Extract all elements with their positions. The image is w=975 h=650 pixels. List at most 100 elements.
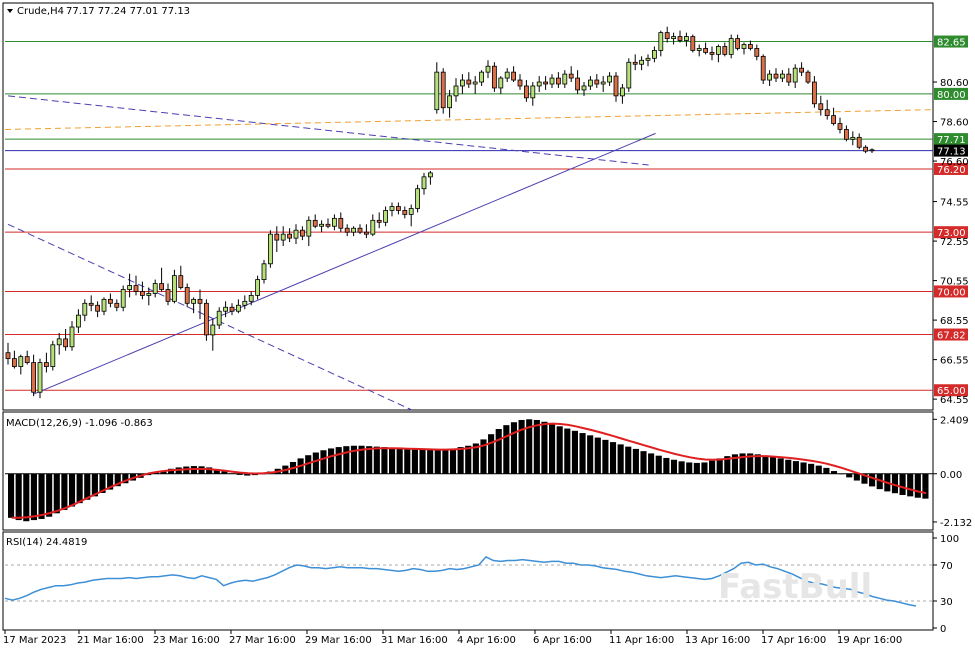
time-tick-label: 17 Mar 2023: [3, 635, 66, 646]
macd-bar: [465, 445, 472, 474]
macd-bar: [686, 462, 693, 474]
candle-body: [613, 75, 619, 97]
candle-body: [620, 87, 625, 97]
candle-body: [588, 79, 593, 87]
candle-body: [24, 356, 30, 363]
macd-bar: [609, 442, 617, 474]
macd-bar: [320, 450, 327, 474]
candle-body: [127, 285, 132, 290]
candle-body: [255, 279, 261, 296]
trading-chart[interactable]: 82.6580.0077.7176.2073.0070.0067.8265.00…: [0, 0, 975, 650]
horizontal-levels: 82.6580.0077.7176.2073.0070.0067.8265.00…: [5, 35, 968, 397]
candle-body: [18, 356, 24, 367]
rsi-tick-label: 0: [940, 624, 946, 635]
macd-bar: [53, 473, 60, 514]
rsi-tick-label: 70: [940, 561, 953, 572]
macd-bar: [907, 473, 914, 497]
price-tick-label: 76.60: [940, 157, 969, 168]
macd-bar: [564, 428, 571, 474]
candle-body: [786, 73, 792, 83]
candle-body: [498, 77, 504, 89]
candle-body: [114, 302, 120, 308]
candle-body: [856, 136, 862, 148]
candle-body: [491, 65, 497, 89]
price-tick-label: 66.55: [940, 356, 969, 367]
macd-bar: [800, 462, 807, 474]
time-tick-label: 4 Apr 16:00: [457, 635, 516, 646]
time-axis: 17 Mar 2023 21 Mar 16:00 23 Mar 16:00 27 Ma…: [3, 630, 902, 646]
candle-body: [741, 44, 747, 49]
candle-body: [472, 81, 478, 85]
candle-body: [184, 287, 190, 304]
candle-body: [274, 233, 280, 241]
candle-body: [754, 48, 760, 57]
candle-body: [517, 79, 523, 87]
macd-bar: [556, 426, 563, 474]
trendline-1: [7, 223, 413, 411]
candle-body: [600, 81, 606, 85]
candle-body: [485, 65, 491, 73]
candle-body: [459, 79, 465, 87]
time-tick-label: 21 Mar 16:00: [77, 635, 144, 646]
candle-body: [56, 338, 62, 346]
candle-body: [370, 219, 376, 235]
macd-bar: [869, 473, 876, 487]
macd-bar: [457, 447, 464, 474]
macd-bar: [914, 473, 921, 498]
candle-body: [363, 231, 369, 235]
macd-bar: [76, 473, 83, 504]
macd-bar: [571, 430, 578, 474]
macd-bar: [693, 462, 700, 474]
macd-header: MACD(12,26,9) -1.096 -0.863: [6, 418, 153, 429]
level-label-67.82: 67.82: [937, 331, 966, 342]
macd-bar: [495, 429, 502, 474]
candle-body: [824, 109, 830, 117]
candle-body: [748, 44, 753, 49]
candle-body: [319, 223, 325, 227]
candle-body: [5, 352, 11, 360]
trendline-0: [7, 95, 649, 166]
candle-body: [805, 71, 811, 83]
macd-bar: [922, 473, 929, 499]
macd-bar: [670, 459, 678, 474]
candle-body: [869, 149, 875, 152]
macd-bar: [343, 446, 350, 474]
watermark-logo: FastBull: [718, 567, 872, 607]
candle-body: [235, 304, 241, 312]
macd-bar: [846, 473, 853, 478]
candle-body: [159, 283, 165, 290]
level-label-80.00: 80.00: [937, 90, 966, 101]
candle-body: [767, 73, 772, 81]
macd-bar: [449, 448, 457, 474]
candle-body: [735, 38, 740, 49]
candle-body: [37, 362, 43, 393]
price-tick-label: 80.60: [940, 78, 969, 89]
candle-body: [197, 298, 203, 304]
candle-body: [831, 115, 836, 124]
macd-bar: [84, 473, 91, 500]
macd-bar: [792, 461, 799, 474]
candle-body: [63, 338, 68, 348]
macd-bar: [411, 448, 418, 474]
candle-body: [818, 103, 824, 111]
rsi-tick-label: 100: [940, 534, 959, 545]
macd-bar: [442, 449, 449, 474]
candle-body: [216, 310, 222, 326]
time-tick-label: 13 Apr 16:00: [685, 635, 750, 646]
time-tick-label: 19 Apr 16:00: [837, 635, 902, 646]
macd-bar: [312, 452, 319, 474]
macd-bar: [15, 473, 22, 521]
macd-bar: [587, 435, 594, 474]
macd-bar: [823, 467, 830, 474]
candle-body: [466, 79, 472, 85]
candle-body: [210, 324, 216, 336]
candle-body: [722, 46, 728, 55]
menu-triangle-icon[interactable]: [7, 9, 13, 13]
candle-body: [69, 326, 75, 348]
macd-bar: [602, 439, 609, 474]
macd-bar: [899, 473, 906, 496]
candle-body: [645, 57, 651, 61]
macd-bar: [236, 473, 243, 475]
candle-body: [11, 358, 17, 367]
macd-tick-label: 2.409: [940, 415, 969, 426]
